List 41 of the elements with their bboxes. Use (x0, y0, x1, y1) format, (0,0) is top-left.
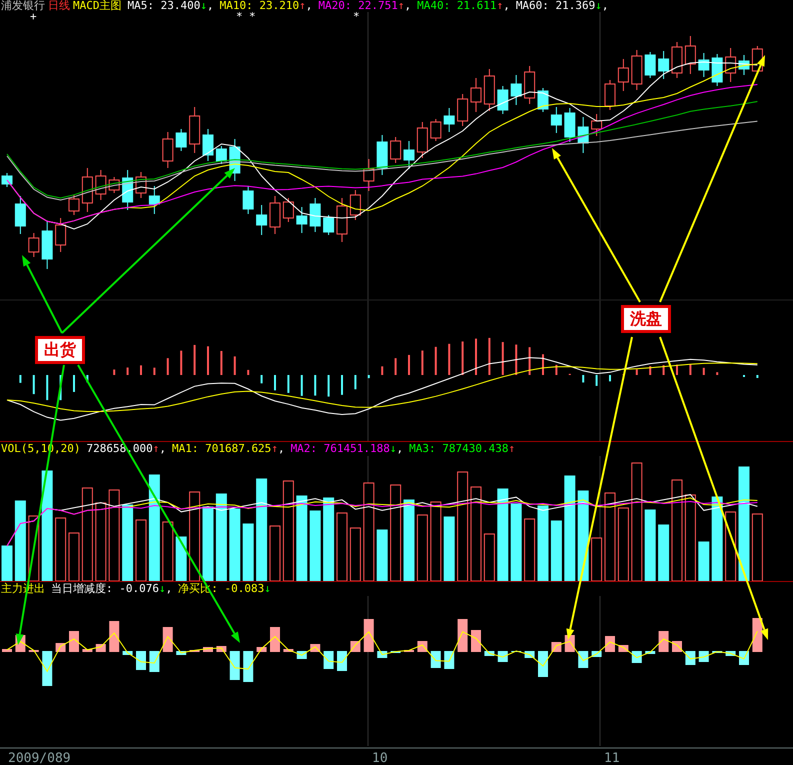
annotation-label: 洗盘 (621, 305, 671, 333)
trend-arrow: ↓ (264, 582, 271, 596)
trend-arrow: ↑ (508, 442, 516, 456)
volume-reading: MA2: 761451.188 (290, 442, 390, 456)
flow-reading: 当日增减度: -0.076 (51, 582, 159, 596)
date-label: 10 (372, 751, 388, 765)
separator: , (503, 0, 510, 12)
ma-reading: MA40: 21.611 (417, 0, 497, 12)
marker-symbol: * (236, 12, 243, 23)
separator: , (278, 442, 285, 456)
ma-reading: MA5: 23.400 (128, 0, 200, 12)
ma-reading: MA10: 23.210 (220, 0, 300, 12)
marker-symbol: + (30, 12, 37, 23)
separator: , (206, 0, 214, 12)
trend-arrow: ↓ (158, 582, 166, 596)
separator: , (306, 0, 312, 12)
separator: , (602, 0, 609, 12)
trend-arrow: ↓ (595, 0, 602, 12)
volume-reading: MA3: 787430.438 (409, 442, 508, 456)
date-label: 2009/089 (8, 751, 71, 765)
trend-arrow: ↑ (152, 442, 160, 456)
volume-reading: MA1: 701687.625 (172, 442, 272, 456)
period-label: 日线 (48, 0, 70, 12)
trend-arrow: ↑ (271, 442, 278, 456)
annotation-label: 出货 (35, 336, 85, 364)
trend-arrow: ↑ (496, 0, 504, 12)
marker-symbol: * (249, 12, 256, 23)
ma-reading: MA60: 21.369 (516, 0, 596, 12)
ma-reading: MA20: 22.751 (318, 0, 398, 12)
separator: , (396, 442, 404, 456)
separator: , (166, 582, 172, 596)
trend-arrow: ↑ (299, 0, 306, 12)
indicator-label: MACD主图 (73, 0, 122, 12)
trend-arrow: ↓ (200, 0, 207, 12)
separator: , (159, 442, 166, 456)
date-label: 11 (604, 751, 620, 765)
marker-symbol: * (353, 12, 360, 23)
separator: , (404, 0, 412, 12)
trend-arrow: ↑ (398, 0, 404, 12)
stock-name: 浦发银行 (1, 0, 45, 12)
trend-arrow: ↓ (390, 442, 397, 456)
